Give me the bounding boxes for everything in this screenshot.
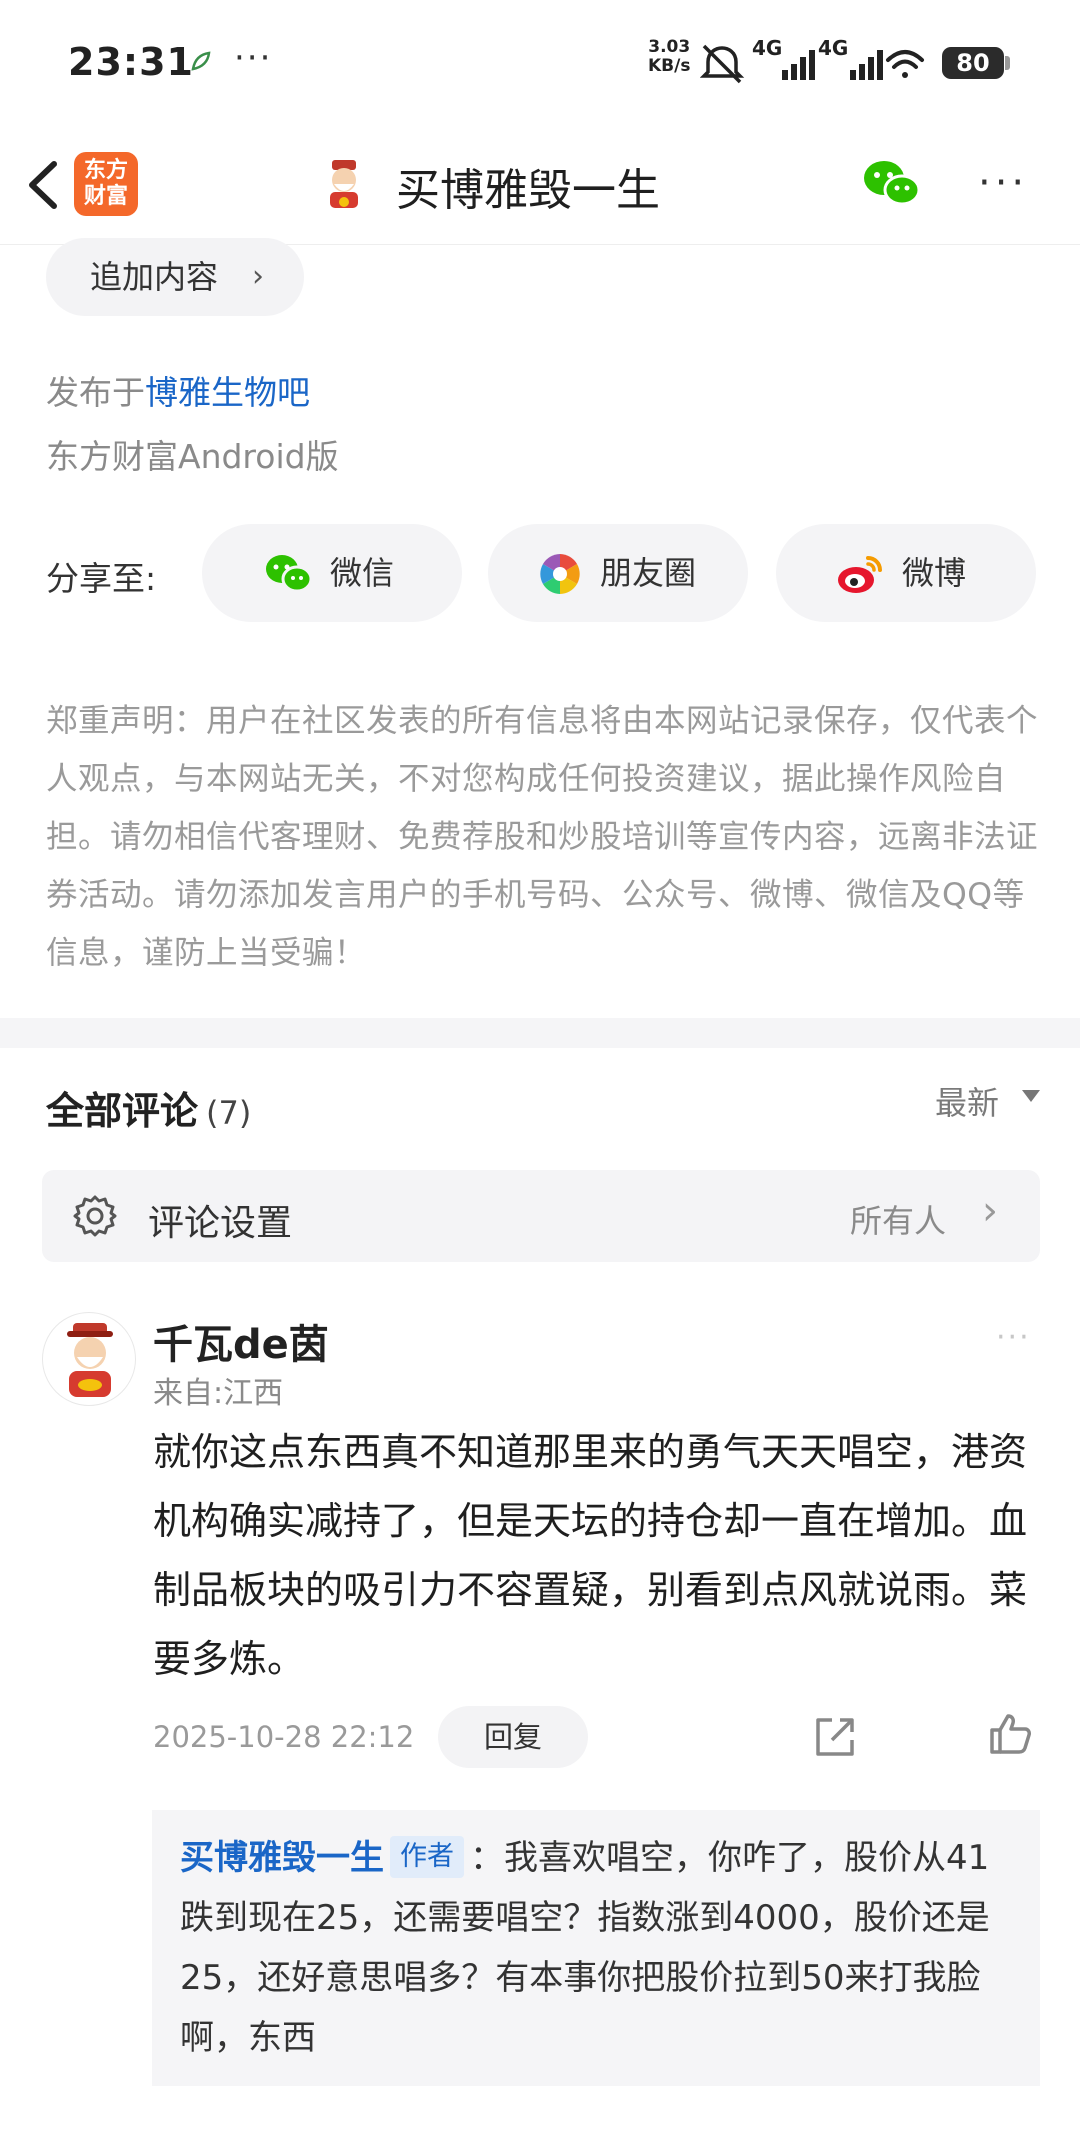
moments-icon	[540, 554, 580, 594]
speed-value: 3.03	[648, 37, 691, 57]
wifi-icon	[886, 50, 924, 78]
share-moments-button[interactable]: 朋友圈	[488, 524, 748, 622]
nav-bar: 东方 财富 买博雅毁一生 ···	[0, 130, 1080, 245]
network-label-2: 4G	[818, 36, 849, 60]
page-title: 买博雅毁一生	[396, 165, 660, 216]
battery-tip	[1005, 56, 1010, 70]
comments-title: 全部评论	[46, 1089, 199, 1133]
section-divider	[0, 1018, 1080, 1048]
signal-icon-1	[782, 50, 815, 80]
comments-header: 全部评论 (7)	[46, 1080, 251, 1135]
status-bar: 23:31 ··· 3.03 KB/s 4G 4G 80	[0, 0, 1080, 130]
share-weibo-button[interactable]: 微博	[776, 524, 1036, 622]
app-logo[interactable]: 东方 财富	[74, 152, 138, 216]
comment-username[interactable]: 千瓦de茵	[153, 1312, 329, 1370]
disclaimer-text: 郑重声明：用户在社区发表的所有信息将由本网站记录保存，仅代表个人观点，与本网站无…	[46, 703, 1039, 971]
caret-down-icon[interactable]	[1022, 1090, 1040, 1102]
sort-dropdown[interactable]: 最新	[935, 1078, 999, 1124]
share-out-icon[interactable]	[814, 1716, 856, 1758]
author-avatar-icon[interactable]	[318, 158, 370, 210]
comment-body: 就你这点东西真不知道那里来的勇气天天唱空，港资机构确实减持了，但是天坛的持仓却一…	[153, 1430, 1028, 1681]
share-label: 分享至:	[46, 559, 157, 598]
god-of-wealth-icon	[67, 1323, 113, 1397]
comment-more-icon[interactable]: ···	[996, 1320, 1031, 1355]
post-source: 东方财富Android版	[46, 437, 339, 476]
signal-icon-2	[850, 50, 883, 80]
network-speed: 3.03 KB/s	[648, 38, 690, 76]
avatar[interactable]	[42, 1312, 136, 1406]
comment-date: 2025-10-28 22:12	[153, 1720, 415, 1754]
publish-prefix: 发布于	[46, 373, 145, 412]
author-badge: 作者	[390, 1836, 464, 1878]
share-weibo-label: 微博	[902, 554, 967, 592]
chevron-right-icon: ›	[252, 259, 264, 294]
author-reply[interactable]: 买博雅毁一生 作者 ：我喜欢唱空，你咋了，股价从41跌到现在25，还需要唱空？指数涨…	[152, 1810, 1040, 2086]
more-options-icon[interactable]: ···	[978, 160, 1028, 206]
leaf-icon	[191, 51, 211, 71]
logo-line-1: 东方	[83, 158, 128, 183]
logo-line-2: 财富	[83, 184, 128, 209]
back-icon[interactable]	[20, 150, 70, 220]
mute-icon	[700, 44, 745, 84]
battery-indicator: 80	[942, 47, 1004, 79]
comment-settings-label: 评论设置	[148, 1203, 293, 1244]
network-label-1: 4G	[752, 36, 783, 60]
wechat-icon	[266, 555, 313, 593]
speed-unit: KB/s	[648, 56, 691, 76]
comment-settings-row[interactable]: 评论设置 所有人 ›	[42, 1170, 1040, 1262]
weibo-icon	[838, 556, 882, 593]
status-time: 23:31	[68, 40, 194, 84]
append-content-button[interactable]: 追加内容 ›	[46, 238, 304, 316]
thumbs-up-icon[interactable]	[988, 1712, 1032, 1756]
forum-link[interactable]: 博雅生物吧	[145, 373, 310, 412]
append-content-label: 追加内容	[90, 258, 219, 296]
chevron-right-icon: ›	[982, 1188, 998, 1234]
comment-settings-value: 所有人	[850, 1202, 947, 1240]
comment-location: 来自:江西	[153, 1376, 284, 1411]
reply-button[interactable]: 回复	[438, 1706, 588, 1768]
share-moments-label: 朋友圈	[600, 554, 697, 592]
publish-info: 发布于博雅生物吧	[46, 366, 310, 414]
wechat-share-icon[interactable]	[862, 156, 922, 212]
share-wechat-label: 微信	[330, 554, 395, 592]
comments-count: (7)	[206, 1094, 252, 1132]
gear-icon	[73, 1195, 117, 1237]
share-wechat-button[interactable]: 微信	[202, 524, 462, 622]
status-more-icon: ···	[234, 38, 273, 78]
reply-author[interactable]: 买博雅毁一生	[180, 1838, 384, 1878]
